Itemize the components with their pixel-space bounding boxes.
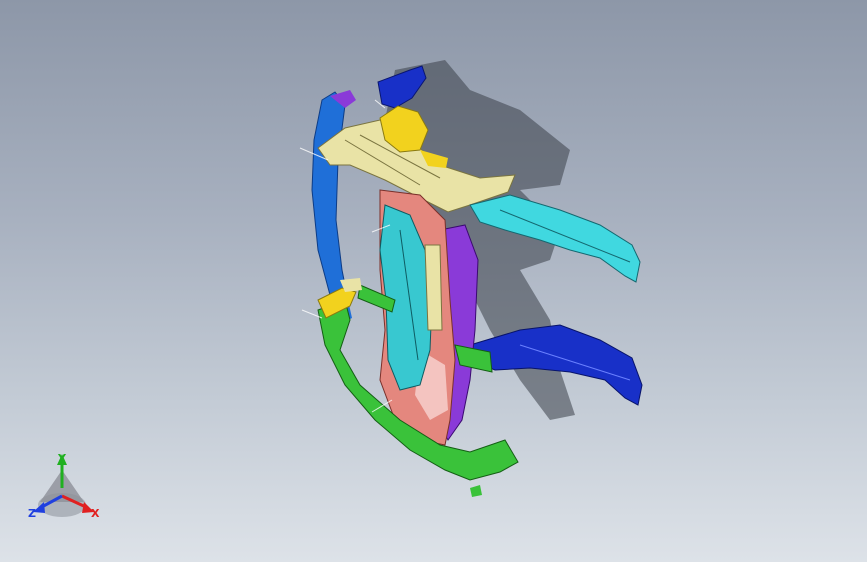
x-axis-label: X xyxy=(91,507,100,520)
cad-graphics-viewport[interactable]: Y X Z xyxy=(0,0,867,562)
z-axis-label: Z xyxy=(28,507,36,520)
orientation-triad: Y X Z xyxy=(28,452,100,520)
y-axis-label: Y xyxy=(57,452,67,465)
